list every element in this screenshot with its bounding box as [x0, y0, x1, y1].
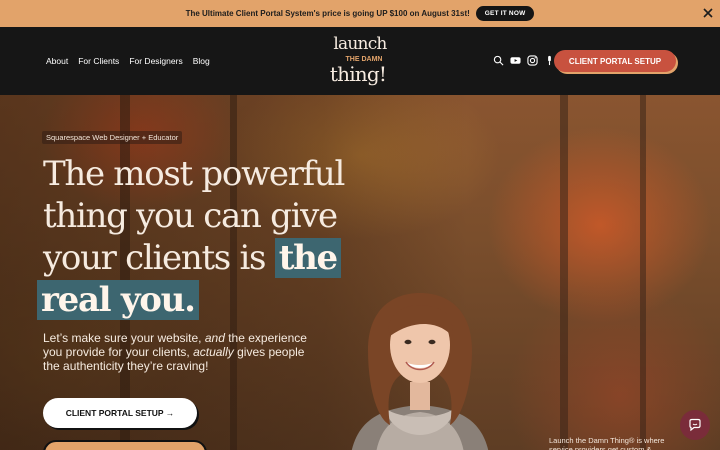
- site-logo[interactable]: launch THE DAMN thing!: [328, 32, 392, 90]
- header-icons: [493, 55, 555, 66]
- chat-button[interactable]: [680, 410, 710, 440]
- sub-part-b: and: [204, 331, 225, 345]
- nav-for-designers[interactable]: For Designers: [129, 56, 182, 66]
- hero-subtext: Let’s make sure your website, and the ex…: [43, 331, 313, 373]
- youtube-icon[interactable]: [510, 55, 521, 66]
- hero-secondary-button[interactable]: [43, 440, 207, 450]
- sub-part-a: Let’s make sure your website,: [43, 331, 205, 345]
- search-icon[interactable]: [493, 55, 504, 66]
- headline-line-4: real you.: [37, 279, 344, 321]
- announcement-bar: The Ultimate Client Portal System's pric…: [0, 0, 720, 27]
- main-nav: About For Clients For Designers Blog: [46, 56, 210, 66]
- headline-line-3: your clients is the: [43, 237, 344, 279]
- headline-line-2: thing you can give: [43, 196, 338, 236]
- nav-about[interactable]: About: [46, 56, 68, 66]
- nav-blog[interactable]: Blog: [193, 56, 210, 66]
- headline-highlight-the: the: [274, 238, 341, 278]
- chat-icon: [689, 418, 701, 432]
- client-portal-setup-button[interactable]: CLIENT PORTAL SETUP: [554, 50, 676, 72]
- headline-highlight-real-you: real you.: [37, 280, 199, 320]
- nav-for-clients[interactable]: For Clients: [78, 56, 119, 66]
- svg-text:thing!: thing!: [330, 62, 386, 86]
- get-it-now-button[interactable]: GET IT NOW: [475, 6, 535, 21]
- hero-headline: The most powerful thing you can give you…: [37, 153, 345, 321]
- hero-client-portal-setup-button[interactable]: CLIENT PORTAL SETUP →: [43, 398, 197, 428]
- hero-tag: Squarespace Web Designer + Educator: [42, 131, 183, 144]
- announcement-text: The Ultimate Client Portal System's pric…: [185, 9, 470, 18]
- sub-part-d: actually: [193, 345, 234, 359]
- close-icon[interactable]: [702, 7, 714, 19]
- headline-line-1: The most powerful: [43, 154, 345, 194]
- headline-line-3-text: your clients is: [43, 238, 275, 278]
- hero-section: Squarespace Web Designer + Educator The …: [0, 95, 720, 450]
- svg-text:launch: launch: [333, 34, 387, 54]
- hero-side-text: Launch the Damn Thing® is where service …: [549, 436, 665, 450]
- instagram-icon[interactable]: [527, 55, 538, 66]
- site-header: About For Clients For Designers Blog lau…: [0, 27, 720, 95]
- hero-portrait: [351, 293, 489, 450]
